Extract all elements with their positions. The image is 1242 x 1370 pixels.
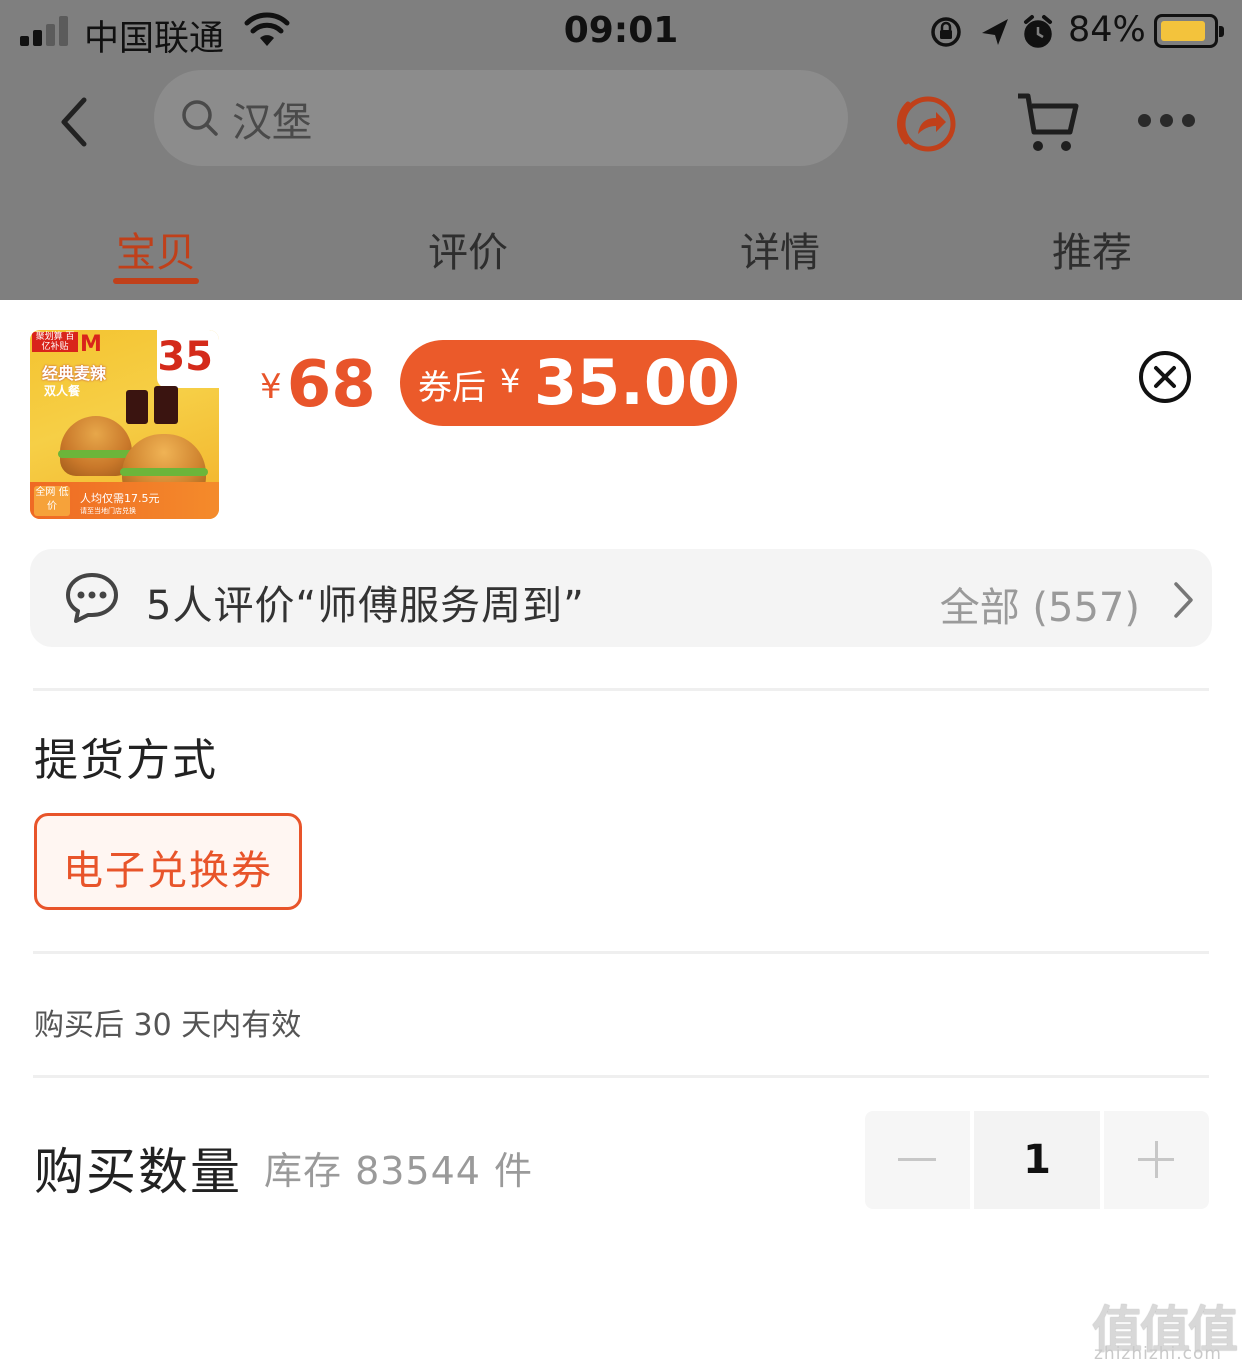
location-icon <box>982 19 1008 45</box>
dimmed-header-overlay[interactable]: 中国联通 09:01 84% 汉堡 宝贝 评价 详情 推荐 <box>0 0 1242 300</box>
burger-icon <box>60 416 132 476</box>
alarm-icon <box>1024 15 1052 48</box>
quantity-value[interactable]: 1 <box>974 1111 1100 1209</box>
coupon-price-pill: 券后 ¥ 35.00 <box>400 340 737 426</box>
sku-bottom-sheet: 聚划算 百亿补贴 M 35 经典麦辣 双人餐 全网 低价 人均仅需17.5元 请… <box>0 300 1242 1370</box>
validity-note: 购买后 30 天内有效 <box>34 1008 302 1043</box>
thumb-corner-tag: 聚划算 百亿补贴 <box>32 332 78 352</box>
battery-icon <box>1154 14 1224 48</box>
divider <box>33 951 1209 954</box>
divider <box>33 688 1209 691</box>
thumb-side-tag: 全网 低价 <box>34 486 70 516</box>
coupon-price: 35.00 <box>534 346 731 419</box>
search-icon <box>182 100 218 136</box>
chevron-right-icon <box>1174 582 1193 618</box>
thumb-subtitle: 双人餐 <box>44 384 81 398</box>
divider <box>33 1075 1209 1078</box>
quantity-title: 购买数量 <box>34 1143 242 1201</box>
thumb-price-badge: 35 <box>157 330 219 388</box>
tab-baobei[interactable]: 宝贝 <box>56 220 256 278</box>
search-placeholder: 汉堡 <box>232 100 312 146</box>
thumb-footnote: 请至当地门店兑换 <box>80 507 136 515</box>
cola-cup-icon <box>126 390 148 424</box>
review-count: 全部 (557) <box>939 585 1140 631</box>
active-tab-indicator <box>113 278 199 284</box>
decrement-button[interactable] <box>865 1111 970 1209</box>
product-thumbnail[interactable]: 聚划算 百亿补贴 M 35 经典麦辣 双人餐 全网 低价 人均仅需17.5元 请… <box>30 330 219 519</box>
coupon-label: 券后 <box>418 368 486 408</box>
battery-percent: 84% <box>1068 10 1146 50</box>
minus-icon <box>898 1158 936 1161</box>
site-watermark: 值值值 zhizhizhi.com <box>1092 1290 1238 1364</box>
pickup-option-ecoupon[interactable]: 电子兑换券 <box>34 813 302 910</box>
watermark-url: zhizhizhi.com <box>1094 1344 1222 1364</box>
tab-details[interactable]: 详情 <box>680 220 880 278</box>
increment-button[interactable] <box>1104 1111 1209 1209</box>
status-icons <box>931 15 1052 48</box>
price-value: 68 <box>286 348 376 422</box>
cart-icon[interactable] <box>1014 90 1080 156</box>
quantity-stepper: 1 <box>865 1111 1209 1209</box>
cola-cup-icon <box>154 386 178 424</box>
review-summary-bar[interactable]: 5人评价“师傅服务周到” 全部 (557) <box>30 549 1212 647</box>
coupon-currency: ¥ <box>500 362 521 400</box>
orientation-lock-icon <box>931 17 961 47</box>
price-currency: ¥ <box>260 367 282 407</box>
chat-bubble-icon <box>66 573 118 623</box>
share-icon[interactable] <box>894 90 962 154</box>
pickup-method-title: 提货方式 <box>34 735 218 786</box>
nav-bar: 汉堡 <box>0 70 1242 170</box>
tab-recommend[interactable]: 推荐 <box>992 220 1192 278</box>
thumb-title: 经典麦辣 <box>42 364 107 383</box>
more-dots-icon[interactable] <box>1138 112 1204 131</box>
back-chevron-icon[interactable] <box>56 96 92 148</box>
battery-fill <box>1161 21 1205 41</box>
close-icon[interactable] <box>1138 350 1192 404</box>
status-bar: 中国联通 09:01 84% <box>0 0 1242 64</box>
review-highlight-text: 5人评价“师傅服务周到” <box>146 583 585 629</box>
search-input[interactable]: 汉堡 <box>154 70 848 166</box>
tab-bar: 宝贝 评价 详情 推荐 <box>0 212 1242 300</box>
stock-count: 库存 83544 件 <box>264 1149 534 1193</box>
original-price: ¥ 68 <box>260 348 376 422</box>
tab-reviews[interactable]: 评价 <box>368 220 568 278</box>
mcdonalds-logo-icon: M <box>80 332 102 357</box>
pickup-option-label: 电子兑换券 <box>63 848 273 894</box>
thumb-per-person: 人均仅需17.5元 <box>80 492 160 505</box>
